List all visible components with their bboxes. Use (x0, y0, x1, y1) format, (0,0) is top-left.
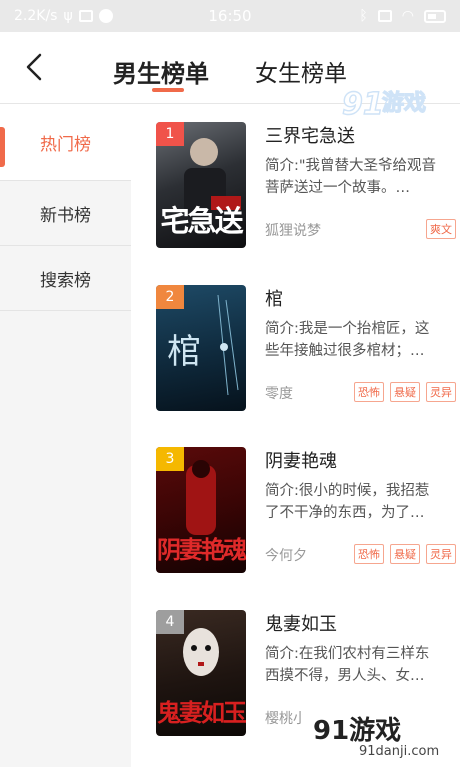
sidebar-item-search[interactable]: 搜索榜 (0, 246, 131, 311)
cover-title: 鬼妻如玉 (157, 698, 246, 727)
book-cover[interactable]: 1 宅急送 (156, 122, 246, 248)
vibrate-icon (377, 10, 392, 22)
book-intro: 简介:我是一个抬棺匠，这些年接触过很多棺材；… (265, 321, 430, 359)
sidebar-item-label: 热门榜 (40, 135, 91, 155)
book-title[interactable]: 阴妻艳魂 (265, 447, 337, 473)
tab-female-ranking[interactable]: 女生榜单 (255, 54, 347, 88)
book-title[interactable]: 三界宅急送 (265, 122, 355, 148)
sidebar-item-label: 搜索榜 (40, 270, 91, 291)
wifi-icon: ◠ (401, 8, 414, 24)
battery-icon (424, 9, 446, 23)
tag-list: 恐怖 悬疑 灵异 (354, 382, 456, 402)
book-intro: 简介:在我们农村有三样东西摸不得，男人头、女… (265, 646, 430, 684)
ranking-sidebar: 热门榜 新书榜 搜索榜 (0, 105, 131, 767)
cover-title: 棺 (167, 332, 201, 372)
book-cover[interactable]: 4 鬼妻如玉 (156, 610, 246, 736)
book-intro: 简介:很小的时候，我招惹了不干净的东西，为了… (265, 483, 430, 521)
genre-tag: 灵异 (426, 382, 456, 402)
rank-badge: 1 (156, 122, 184, 146)
genre-tag: 悬疑 (390, 382, 420, 402)
sidebar-item-new[interactable]: 新书榜 (0, 181, 131, 246)
sidebar-item-hot[interactable]: 热门榜 (0, 105, 131, 181)
book-cover[interactable]: 3 阴妻艳魂 (156, 447, 246, 573)
book-item[interactable]: 3 阴妻艳魂 阴妻艳魂 简介:很小的时候，我招惹了不干净的东西，为了… 今何夕 … (156, 447, 456, 577)
rank-badge: 2 (156, 285, 184, 309)
book-item[interactable]: 2 棺 棺 简介:我是一个抬棺匠，这些年接触过很多棺材；… 零度 恐怖 悬疑 灵… (156, 285, 456, 415)
book-intro: 简介:"我曾替大圣爷给观音菩萨送过一个故事。… (265, 158, 437, 196)
book-author: 今何夕 (265, 548, 307, 564)
watermark-url: 91danji.com (359, 744, 440, 759)
tag-list: 恐怖 悬疑 灵异 (354, 544, 456, 564)
watermark-footer: 91游戏 91danji.com (303, 700, 460, 767)
active-tab-indicator (152, 88, 184, 92)
book-title[interactable]: 鬼妻如玉 (265, 610, 337, 636)
genre-tag: 恐怖 (354, 382, 384, 402)
cover-title: 宅急送 (160, 204, 243, 238)
book-title[interactable]: 棺 (265, 285, 283, 311)
tab-male-ranking[interactable]: 男生榜单 (113, 54, 209, 89)
genre-tag: 悬疑 (390, 544, 420, 564)
book-author: 狐狸说梦 (265, 223, 321, 239)
rank-badge: 3 (156, 447, 184, 471)
tag-list: 爽文 (426, 219, 456, 239)
book-list: 1 宅急送 三界宅急送 简介:"我曾替大圣爷给观音菩萨送过一个故事。… 狐狸说梦… (131, 105, 460, 767)
book-item[interactable]: 1 宅急送 三界宅急送 简介:"我曾替大圣爷给观音菩萨送过一个故事。… 狐狸说梦… (156, 122, 456, 252)
cover-title: 阴妻艳魂 (157, 535, 246, 564)
status-right: ᛒ ◠ (359, 8, 446, 24)
watermark-logo: 91游戏 (313, 716, 402, 746)
status-bar: 2.2K/s ψ 16:50 ᛒ ◠ (0, 0, 460, 32)
bluetooth-icon: ᛒ (359, 8, 368, 24)
app-screen: 2.2K/s ψ 16:50 ᛒ ◠ 男生榜单 女生榜单 91 游戏 热门榜 新… (0, 0, 460, 767)
sidebar-item-label: 新书榜 (40, 205, 91, 226)
rank-badge: 4 (156, 610, 184, 634)
genre-tag: 恐怖 (354, 544, 384, 564)
genre-tag: 爽文 (426, 219, 456, 239)
header: 男生榜单 女生榜单 91 游戏 (0, 32, 460, 123)
genre-tag: 灵异 (426, 544, 456, 564)
book-cover[interactable]: 2 棺 (156, 285, 246, 411)
back-arrow-icon[interactable] (18, 50, 52, 84)
book-author: 零度 (265, 386, 293, 402)
